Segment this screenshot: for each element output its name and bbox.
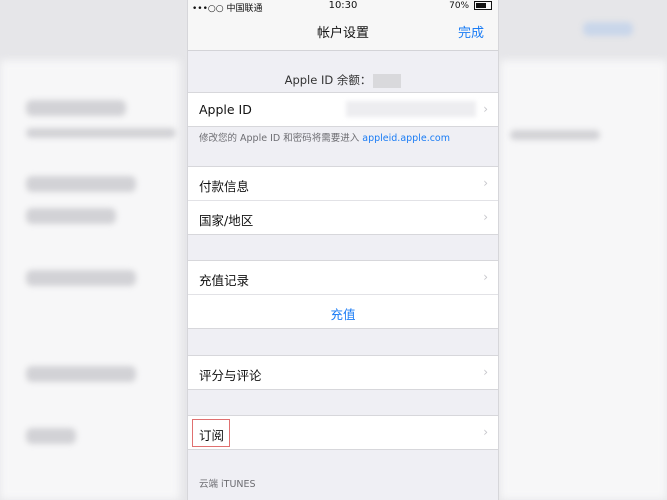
payment-group: 付款信息 › 国家/地区 › — [188, 166, 498, 235]
subscriptions-group: 订阅 › — [188, 415, 498, 450]
apple-id-redacted — [346, 101, 476, 117]
chevron-right-icon: › — [483, 270, 488, 284]
battery-percent: 70% — [449, 1, 470, 11]
chevron-right-icon: › — [483, 210, 488, 224]
apple-id-row[interactable]: Apple ID › — [188, 93, 498, 126]
payment-info-label: 付款信息 — [199, 179, 250, 194]
footnote-text: 修改您的 Apple ID 和密码将需要进入 — [199, 133, 360, 144]
chevron-right-icon: › — [483, 425, 488, 439]
region-row[interactable]: 国家/地区 › — [188, 201, 498, 234]
subscriptions-row[interactable]: 订阅 › — [188, 416, 498, 449]
topup-history-row[interactable]: 充值记录 › — [188, 261, 498, 295]
topup-group: 充值记录 › 充值 — [188, 260, 498, 329]
balance-label: Apple ID 余额： — [284, 73, 372, 87]
subscriptions-label: 订阅 — [199, 428, 225, 443]
battery-icon — [474, 1, 492, 10]
apple-id-balance: Apple ID 余额： — [188, 72, 498, 88]
navigation-bar: 帐户设置 完成 — [188, 14, 498, 51]
chevron-right-icon: › — [483, 176, 488, 190]
page-title: 帐户设置 — [316, 26, 369, 41]
apple-id-label: Apple ID — [199, 102, 252, 117]
payment-info-row[interactable]: 付款信息 › — [188, 167, 498, 201]
battery-indicator: 70% — [449, 1, 492, 11]
done-button[interactable]: 完成 — [458, 22, 484, 41]
ratings-group: 评分与评论 › — [188, 355, 498, 390]
chevron-right-icon: › — [483, 365, 488, 379]
account-group: Apple ID › — [188, 92, 498, 127]
topup-history-label: 充值记录 — [199, 273, 250, 288]
ratings-label: 评分与评论 — [199, 368, 262, 383]
balance-redacted — [373, 73, 402, 88]
topup-label: 充值 — [330, 307, 356, 322]
status-bar: •••○○ 中国联通 10:30 70% — [188, 0, 498, 14]
ratings-row[interactable]: 评分与评论 › — [188, 356, 498, 389]
chevron-right-icon: › — [483, 102, 488, 116]
cloud-itunes-header: 云端 iTUNES — [199, 479, 256, 490]
apple-id-footnote: 修改您的 Apple ID 和密码将需要进入 appleid.apple.com — [199, 130, 450, 144]
topup-button[interactable]: 充值 — [188, 295, 498, 328]
phone-screen: •••○○ 中国联通 10:30 70% 帐户设置 完成 Apple ID 余额… — [187, 0, 499, 500]
region-label: 国家/地区 — [199, 213, 254, 228]
appleid-link[interactable]: appleid.apple.com — [362, 133, 450, 144]
